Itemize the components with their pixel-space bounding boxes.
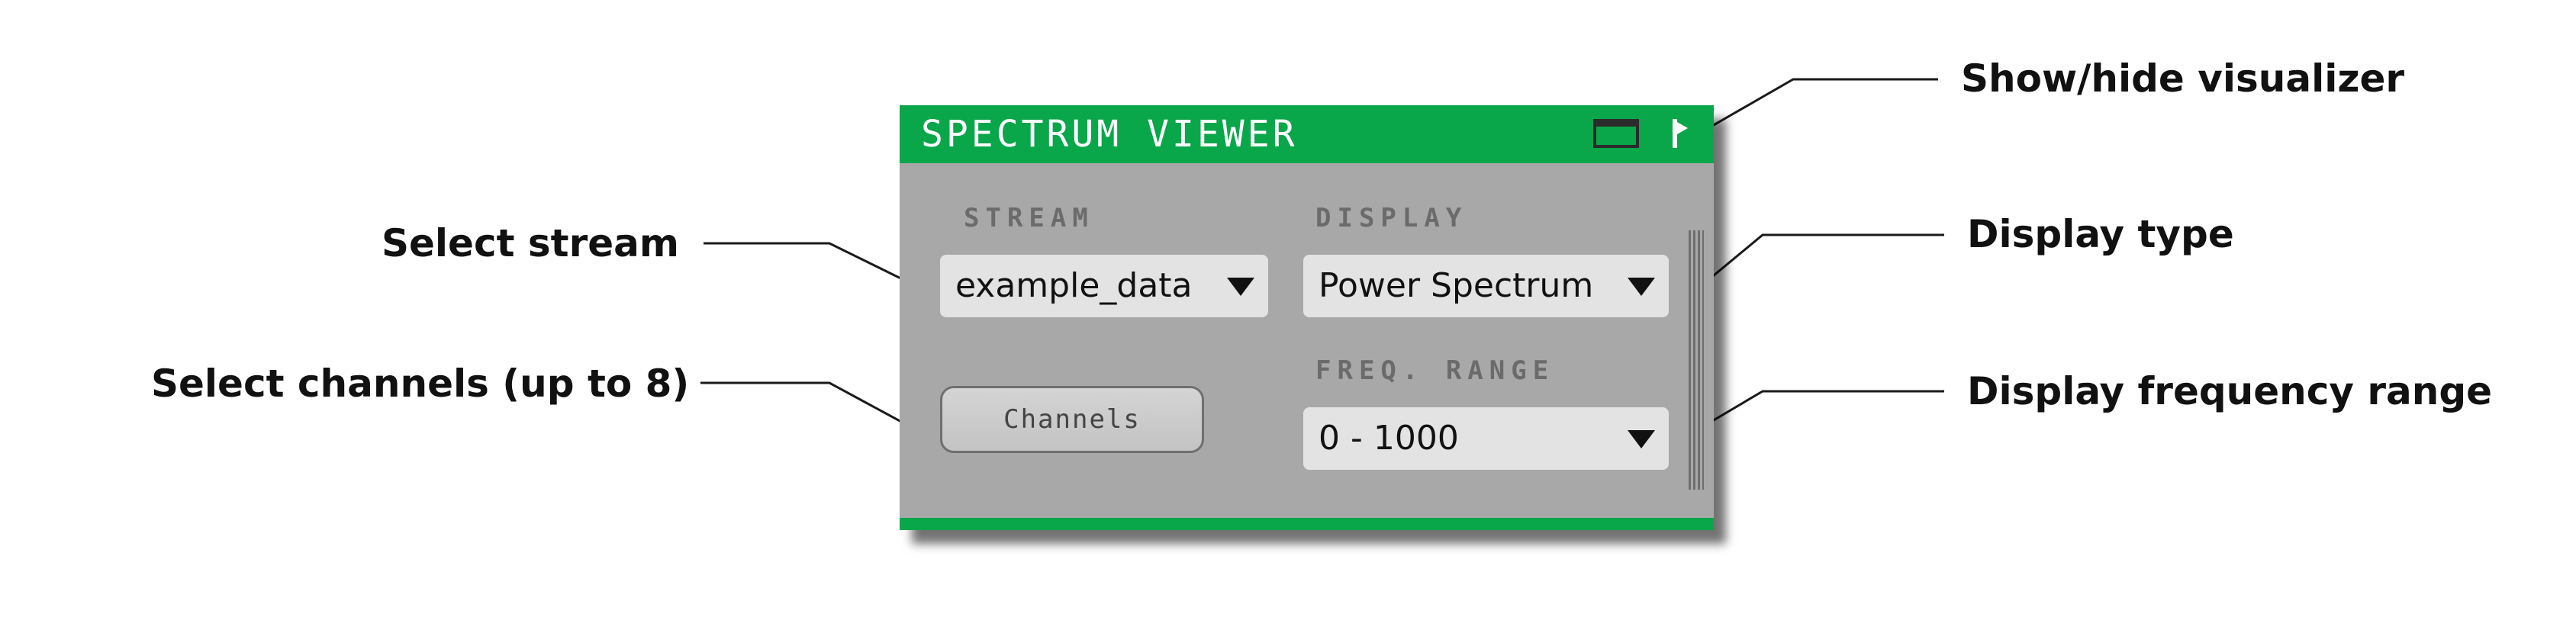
- leader-display-type: [1682, 233, 1944, 303]
- triangle-down-icon: [1628, 430, 1655, 448]
- bottom-bar: [900, 518, 1714, 530]
- display-label: DISPLAY: [1315, 203, 1468, 233]
- scrollbar[interactable]: [1689, 230, 1704, 490]
- stream-value: example_data: [955, 266, 1193, 305]
- callout-freq-range: Display frequency range: [1967, 369, 2493, 413]
- freq-range-selector[interactable]: 0 - 1000: [1303, 407, 1669, 470]
- visualizer-toggle-icon[interactable]: [1671, 117, 1689, 149]
- title-bar[interactable]: SPECTRUM VIEWER: [900, 105, 1714, 163]
- channels-button[interactable]: Channels: [940, 386, 1204, 453]
- stream-selector[interactable]: example_data: [940, 255, 1268, 317]
- display-value: Power Spectrum: [1319, 266, 1594, 305]
- freq-range-value: 0 - 1000: [1319, 419, 1459, 458]
- callout-show-hide: Show/hide visualizer: [1961, 56, 2405, 101]
- leader-show-hide: [1692, 78, 1938, 139]
- stream-label: STREAM: [964, 203, 1094, 233]
- spectrum-viewer-editor: SPECTRUM VIEWER STREAM example_data DISP…: [900, 105, 1714, 530]
- triangle-down-icon: [1628, 278, 1655, 296]
- editor-title: SPECTRUM VIEWER: [921, 113, 1298, 156]
- freq-range-label: FREQ. RANGE: [1315, 355, 1555, 386]
- leader-freq-range: [1682, 390, 1944, 440]
- leader-select-channels: [700, 381, 932, 439]
- callout-select-channels: Select channels (up to 8): [151, 362, 690, 406]
- callout-select-stream: Select stream: [382, 221, 679, 265]
- callout-display-type: Display type: [1967, 212, 2234, 256]
- triangle-down-icon: [1227, 278, 1254, 296]
- leader-select-stream: [704, 242, 928, 293]
- display-type-selector[interactable]: Power Spectrum: [1303, 255, 1669, 317]
- window-icon[interactable]: [1593, 119, 1639, 148]
